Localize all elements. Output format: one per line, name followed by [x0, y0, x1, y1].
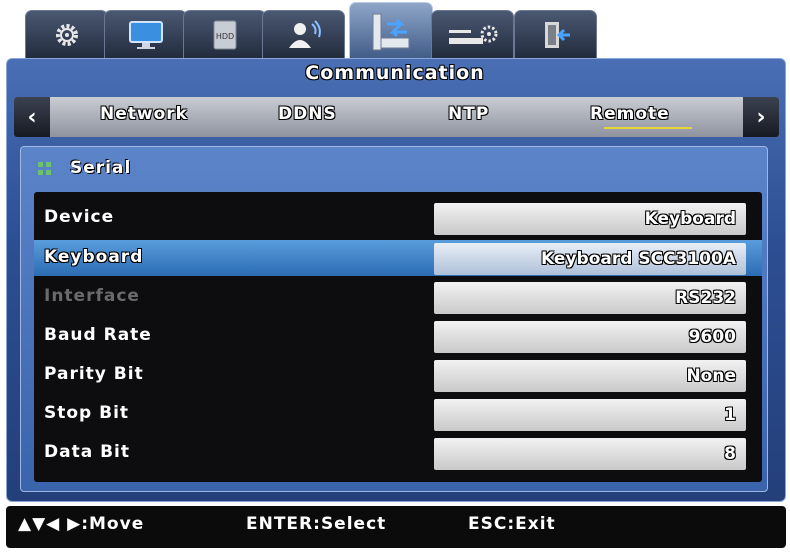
setting-value-field[interactable]: 1 — [434, 399, 746, 431]
setting-row-interface: Interface RS232 — [34, 279, 762, 315]
setting-value-field[interactable]: Keyboard SCC3100A — [434, 243, 746, 275]
active-tab-indicator — [604, 127, 692, 129]
tab-device[interactable] — [431, 10, 514, 58]
svg-text:HDD: HDD — [215, 32, 233, 41]
help-exit: ESC:Exit — [468, 514, 556, 534]
help-move: ▲▼◀ ▶:Move — [18, 514, 145, 534]
tab-ddns[interactable]: DDNS — [278, 104, 337, 124]
exit-icon — [544, 21, 570, 48]
grid-icon — [38, 162, 52, 176]
chevron-right-icon[interactable]: › — [743, 97, 779, 137]
tab-system[interactable] — [25, 10, 108, 58]
setting-label: Baud Rate — [44, 325, 152, 345]
setting-value-field[interactable]: None — [434, 360, 746, 392]
setting-value-field[interactable]: 8 — [434, 438, 746, 470]
setting-row-parity-bit[interactable]: Parity Bit None — [34, 357, 762, 393]
setting-row-baud-rate[interactable]: Baud Rate 9600 — [34, 318, 762, 354]
page-title: Communication — [305, 62, 485, 84]
setting-row-device[interactable]: Device Keyboard — [34, 200, 762, 236]
tab-ntp[interactable]: NTP — [448, 104, 489, 124]
help-select: ENTER:Select — [246, 514, 387, 534]
setting-row-stop-bit[interactable]: Stop Bit 1 — [34, 396, 762, 432]
setting-label: Data Bit — [44, 442, 131, 462]
tab-storage[interactable]: HDD — [183, 10, 266, 58]
setting-label: Parity Bit — [44, 364, 144, 384]
user-icon — [288, 19, 321, 48]
help-bar: ▲▼◀ ▶:Move ENTER:Select ESC:Exit — [6, 506, 786, 548]
setting-value-field[interactable]: Keyboard — [434, 203, 746, 235]
tab-remote[interactable]: Remote — [590, 104, 670, 124]
setting-label: Stop Bit — [44, 403, 130, 423]
setting-row-keyboard[interactable]: Keyboard Keyboard SCC3100A — [34, 240, 762, 276]
monitor-icon — [128, 20, 163, 49]
tab-display[interactable] — [104, 10, 187, 58]
chevron-left-icon[interactable]: ‹ — [14, 97, 50, 137]
tab-network[interactable]: Network — [100, 104, 188, 124]
network-icon — [372, 13, 410, 50]
section-title: Serial — [70, 158, 132, 178]
setting-row-data-bit[interactable]: Data Bit 8 — [34, 435, 762, 471]
setting-label: Device — [44, 207, 115, 227]
setting-label: Keyboard — [44, 247, 144, 267]
setting-value-field: RS232 — [434, 282, 746, 314]
device-settings-icon — [448, 25, 497, 44]
setting-label: Interface — [44, 286, 140, 306]
tab-exit[interactable] — [514, 10, 597, 58]
gear-icon — [55, 23, 78, 46]
tab-user[interactable] — [262, 10, 345, 58]
setting-value-field[interactable]: 9600 — [434, 321, 746, 353]
subtab-bar: ‹ Network DDNS NTP Remote › — [14, 97, 779, 137]
tab-communication[interactable] — [349, 2, 433, 60]
hdd-icon: HDD — [213, 20, 236, 49]
